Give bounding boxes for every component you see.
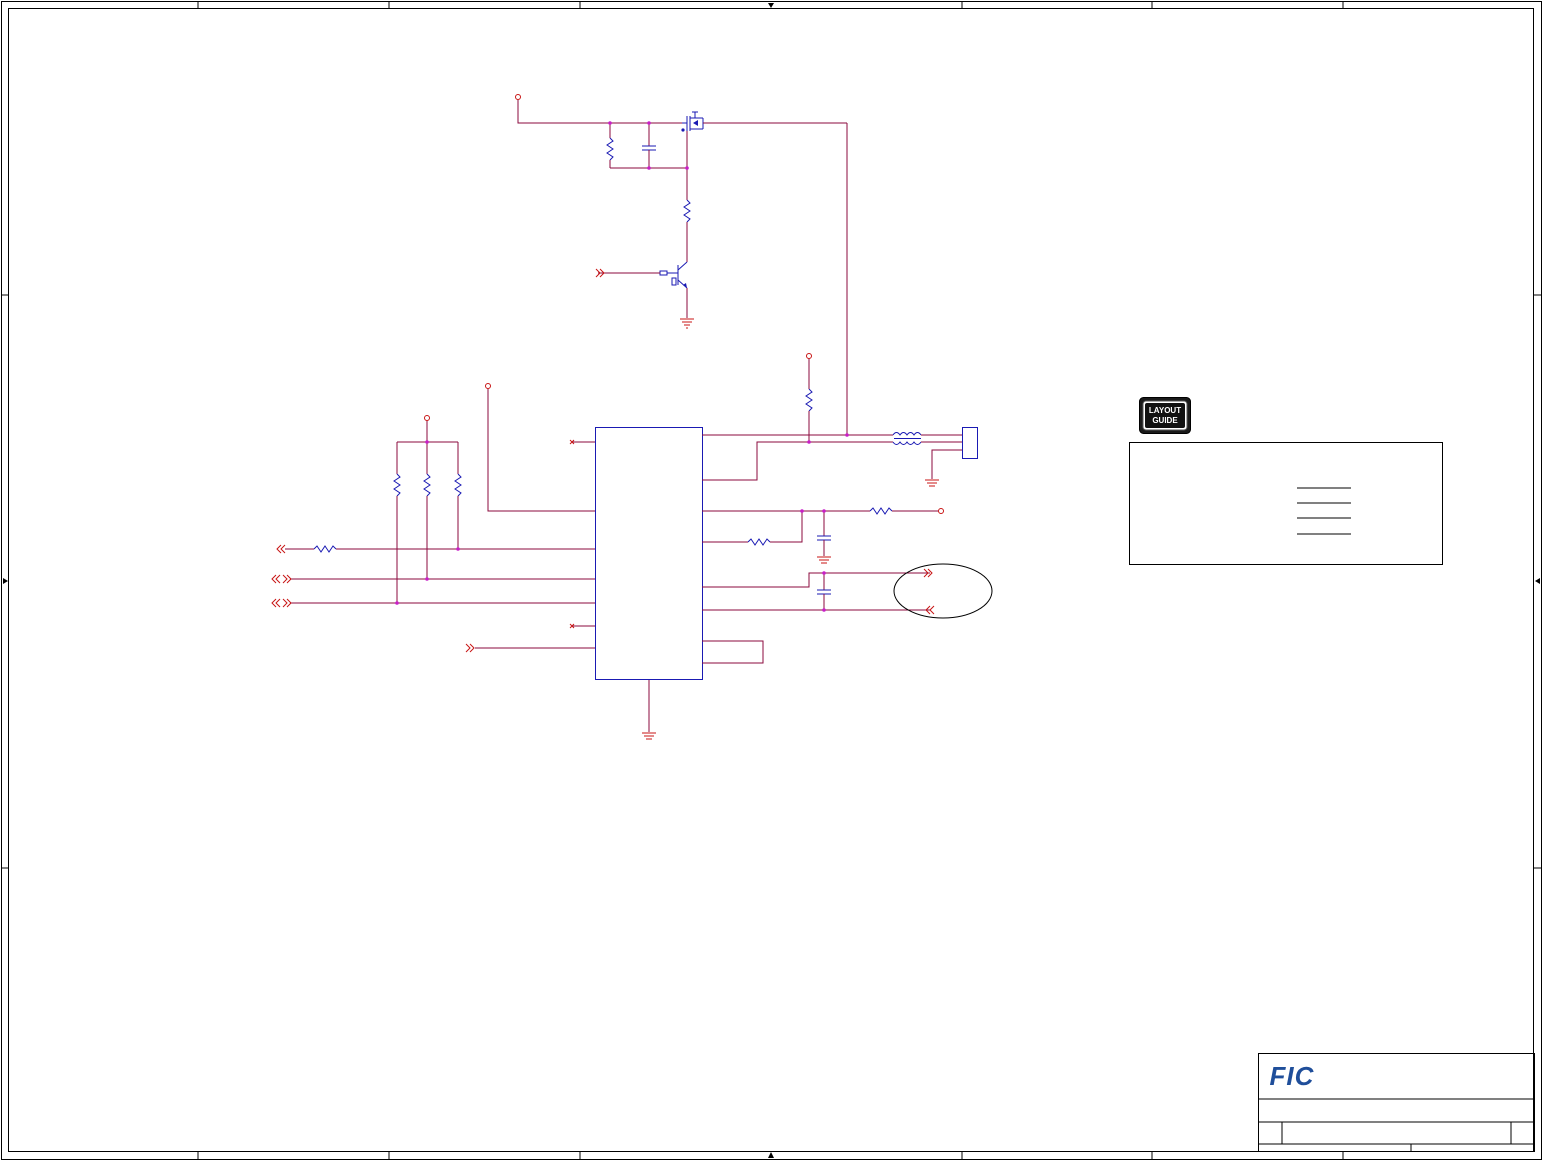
- ground-symbol-ic: [642, 732, 656, 740]
- resistor-pullup-1: [393, 473, 401, 497]
- layout-guide-line2: GUIDE: [1152, 416, 1178, 425]
- title-block: FIC: [1258, 1053, 1535, 1152]
- company-logo: FIC: [1270, 1061, 1315, 1091]
- transistor-q2: [659, 261, 688, 289]
- offpage-connector-in2: [465, 643, 475, 653]
- connector-j1: [962, 427, 978, 459]
- layout-guide-line1: LAYOUT: [1149, 406, 1181, 415]
- capacitor-c3: [817, 589, 831, 595]
- resistor-pullup-3: [454, 473, 462, 497]
- no-connect-markers: [569, 439, 595, 629]
- capacitor-c2: [817, 535, 831, 541]
- layout-guide-badge: LAYOUT GUIDE: [1139, 397, 1191, 434]
- resistor-r2: [683, 199, 691, 223]
- power-port-pullup: [424, 415, 430, 421]
- power-port-top: [515, 94, 521, 100]
- schematic-sheet: LAYOUT GUIDE FIC: [1, 1, 1542, 1160]
- ground-symbol-q2: [680, 318, 694, 329]
- offpage-connector-in1: [276, 544, 286, 554]
- ic-u1: [595, 427, 703, 740]
- capacitor-c1: [642, 145, 656, 151]
- power-switch-circuit: [515, 94, 848, 435]
- common-mode-choke: [892, 432, 922, 445]
- resistor-feedback: [747, 538, 771, 546]
- ground-symbol-c2: [817, 556, 831, 564]
- offpage-connector-bidir1: [271, 574, 292, 584]
- resistor-series: [313, 545, 337, 553]
- ground-symbol-connector: [925, 479, 939, 487]
- power-port-left: [485, 383, 491, 389]
- company-logo-text: FIC: [1270, 1061, 1315, 1091]
- power-port-right: [806, 353, 812, 359]
- annotation-ellipse: [893, 563, 993, 619]
- resistor-pullup-right: [805, 388, 813, 412]
- left-bus-circuit: [271, 383, 595, 653]
- drawing-frame: [1, 1, 1542, 1160]
- resistor-out: [869, 507, 893, 515]
- mosfet-q1: [681, 111, 704, 132]
- resistor-pullup-2: [423, 473, 431, 497]
- layout-note-box: [1129, 442, 1443, 565]
- resistor-r1: [606, 137, 614, 161]
- offpage-connector-bidir2: [271, 598, 292, 608]
- power-port-out: [938, 508, 944, 514]
